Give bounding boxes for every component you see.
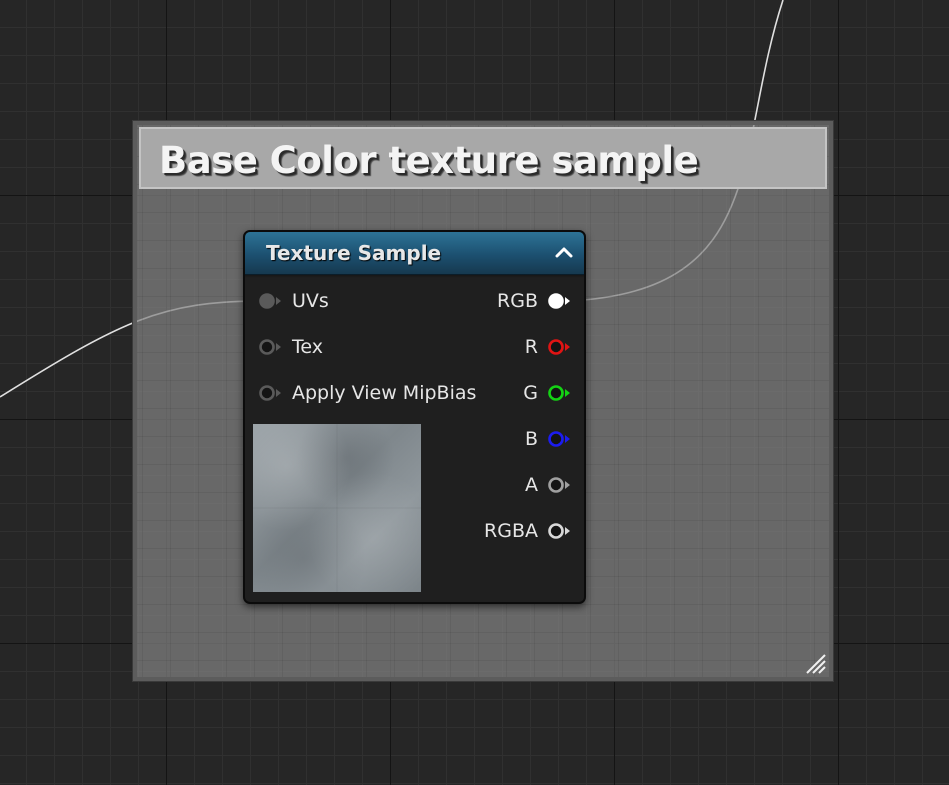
texture-preview-thumbnail bbox=[253, 424, 421, 592]
input-pin-tex-icon[interactable] bbox=[257, 337, 283, 357]
comment-title-bar[interactable]: Base Color texture sample bbox=[139, 127, 827, 189]
input-pin-row-uvs[interactable]: UVs bbox=[257, 286, 329, 316]
output-pin-rgb-icon[interactable] bbox=[546, 291, 572, 311]
output-pin-label-a: A bbox=[525, 474, 538, 496]
output-pin-a-icon[interactable] bbox=[546, 475, 572, 495]
output-pin-row-b[interactable]: B bbox=[525, 424, 572, 454]
output-pin-b-icon[interactable] bbox=[546, 429, 572, 449]
output-pin-label-rgb: RGB bbox=[497, 290, 538, 312]
output-pin-row-a[interactable]: A bbox=[525, 470, 572, 500]
output-pin-label-g: G bbox=[523, 382, 538, 404]
node-title: Texture Sample bbox=[266, 241, 442, 265]
comment-title[interactable]: Base Color texture sample bbox=[159, 139, 699, 182]
input-pin-label-apply-view-mipbias: Apply View MipBias bbox=[292, 382, 477, 404]
input-pin-row-apply-view-mipbias[interactable]: Apply View MipBias bbox=[257, 378, 476, 408]
output-pin-r-icon[interactable] bbox=[546, 337, 572, 357]
texture-sample-node[interactable]: Texture Sample UVs Tex Apply View MipBia… bbox=[243, 230, 586, 604]
output-pin-row-g[interactable]: G bbox=[523, 378, 572, 408]
output-pin-label-r: R bbox=[524, 336, 538, 358]
node-header[interactable]: Texture Sample bbox=[245, 232, 584, 278]
output-pin-row-rgba[interactable]: RGBA bbox=[484, 516, 572, 546]
input-pin-uvs-icon[interactable] bbox=[257, 291, 283, 311]
output-pin-label-b: B bbox=[524, 428, 538, 450]
output-pin-row-r[interactable]: R bbox=[525, 332, 572, 362]
input-pin-row-tex[interactable]: Tex bbox=[257, 332, 323, 362]
output-pin-rgba-icon[interactable] bbox=[546, 521, 572, 541]
input-pin-label-tex: Tex bbox=[292, 336, 323, 358]
output-pin-label-rgba: RGBA bbox=[484, 520, 538, 542]
input-pin-label-uvs: UVs bbox=[292, 290, 329, 312]
output-pin-row-rgb[interactable]: RGB bbox=[497, 286, 572, 316]
collapse-chevron-icon[interactable] bbox=[552, 241, 576, 263]
resize-grip-icon[interactable] bbox=[803, 651, 827, 675]
input-pin-apply-view-mipbias-icon[interactable] bbox=[257, 383, 283, 403]
output-pin-g-icon[interactable] bbox=[546, 383, 572, 403]
